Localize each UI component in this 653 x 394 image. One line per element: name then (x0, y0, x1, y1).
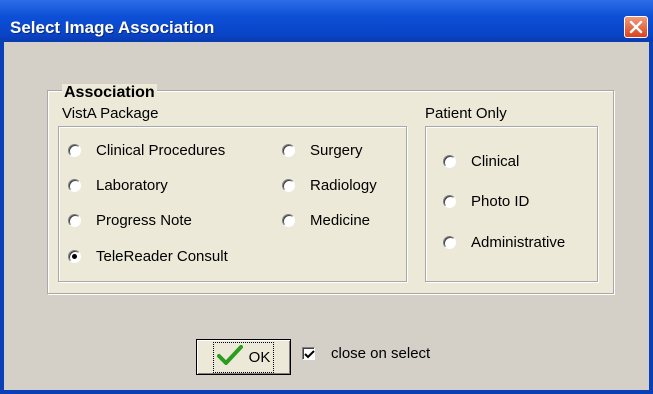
radio-dot[interactable] (443, 195, 456, 208)
close-button[interactable] (624, 16, 648, 38)
radio-label: Radiology (310, 177, 377, 194)
radio-telereader-consult[interactable]: TeleReader Consult (68, 248, 228, 265)
radio-label: Laboratory (96, 177, 168, 194)
radio-dot[interactable] (282, 144, 295, 157)
radio-photo-id[interactable]: Photo ID (443, 193, 529, 210)
title-bar[interactable]: Select Image Association (0, 0, 653, 42)
ok-button[interactable]: OK (196, 339, 291, 375)
checkbox-box[interactable] (302, 347, 315, 360)
ok-focus-rect: OK (212, 341, 275, 373)
radio-laboratory[interactable]: Laboratory (68, 177, 168, 194)
radio-dot[interactable] (68, 144, 81, 157)
close-on-select-label: close on select (331, 345, 431, 362)
close-on-select-checkbox[interactable]: close on select (302, 345, 430, 362)
radio-dot[interactable] (68, 179, 81, 192)
radio-clinical-procedures[interactable]: Clinical Procedures (68, 142, 225, 159)
radio-dot[interactable] (443, 155, 456, 168)
radio-label: Clinical (471, 153, 520, 170)
radio-label: Surgery (310, 142, 363, 159)
radio-surgery[interactable]: Surgery (282, 142, 363, 159)
window-title: Select Image Association (10, 18, 215, 37)
radio-dot[interactable] (282, 214, 295, 227)
radio-label: Medicine (310, 212, 371, 229)
radio-dot[interactable] (282, 179, 295, 192)
radio-dot[interactable] (443, 236, 456, 249)
radio-label: TeleReader Consult (96, 248, 228, 265)
radio-progress-note[interactable]: Progress Note (68, 212, 192, 229)
radio-dot[interactable] (68, 214, 81, 227)
radio-dot-selected[interactable] (68, 250, 81, 263)
patient-only-label: Patient Only (425, 105, 507, 122)
checkmark-icon (216, 344, 243, 370)
vista-package-label: VistA Package (62, 105, 159, 122)
radio-label: Photo ID (471, 193, 530, 210)
radio-administrative[interactable]: Administrative (443, 234, 565, 251)
dialog-window: Select Image Association Association Vis… (0, 0, 653, 394)
radio-label: Progress Note (96, 212, 192, 229)
association-legend: Association (62, 84, 157, 102)
radio-clinical[interactable]: Clinical (443, 153, 519, 170)
radio-label: Clinical Procedures (96, 142, 226, 159)
radio-medicine[interactable]: Medicine (282, 212, 370, 229)
radio-radiology[interactable]: Radiology (282, 177, 377, 194)
ok-label: OK (248, 348, 271, 366)
radio-label: Administrative (471, 234, 566, 251)
